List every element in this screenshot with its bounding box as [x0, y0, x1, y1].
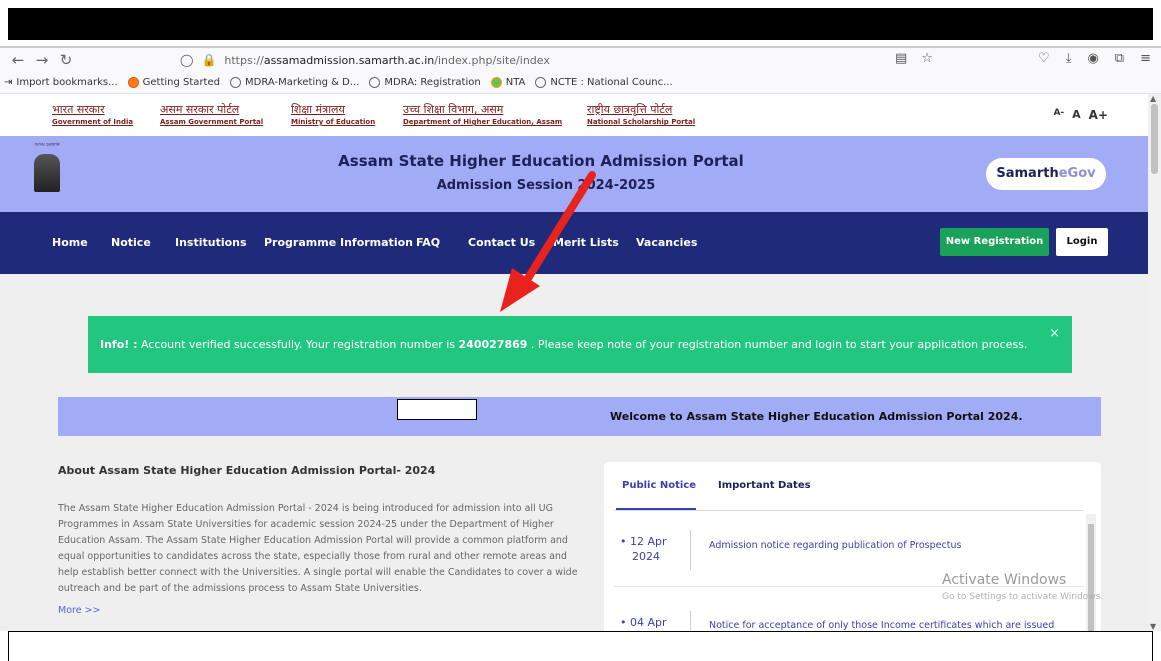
samarth-egov-logo[interactable]: SamartheGov [986, 158, 1106, 190]
scroll-up-icon[interactable]: ▲ [1150, 94, 1156, 103]
firefox-icon [127, 77, 139, 88]
font-size-controls: A- A A+ [1053, 108, 1108, 122]
nav-home[interactable]: Home [52, 236, 88, 249]
nav-notice[interactable]: Notice [111, 236, 151, 249]
menu-icon[interactable]: ≡ [1140, 51, 1151, 66]
site-header: অসম চৰকাৰ Assam State Higher Education A… [0, 136, 1148, 212]
info-alert: Info! : Account verified successfully. Y… [88, 316, 1072, 373]
back-icon[interactable]: ← [6, 51, 30, 69]
notice-link[interactable]: Admission notice regarding publication o… [709, 540, 961, 551]
emblem-caption: অসম চৰকাৰ [34, 142, 60, 148]
alert-label: Info! : [100, 338, 138, 351]
link-national-scholarship-portal[interactable]: राष्ट्रीय छात्रवृत्ति पोर्टल National Sc… [587, 102, 695, 126]
notice-scrollbar[interactable] [1086, 514, 1096, 631]
nta-icon [490, 77, 502, 88]
main-navigation: Home Notice Institutions Programme Infor… [0, 212, 1148, 274]
notice-divider [690, 611, 691, 631]
top-redaction-area [0, 0, 1161, 46]
globe-icon [369, 77, 381, 88]
alert-text-after: . Please keep note of your registration … [527, 338, 1028, 351]
login-button[interactable]: Login [1056, 228, 1108, 256]
account-icon[interactable]: ◉ [1087, 51, 1098, 66]
brand-sub: eGov [1058, 166, 1096, 181]
lock-icon: 🔒 [201, 53, 217, 67]
new-registration-button[interactable]: New Registration [940, 228, 1049, 256]
government-links-bar: भारत सरकार Government of India असम सरकार… [0, 94, 1148, 136]
font-decrease-button[interactable]: A- [1053, 108, 1064, 122]
bookmarks-bar: ⇥ Import bookmarks... Getting Started MDR… [0, 72, 1161, 94]
nav-merit-lists[interactable]: Merit Lists [553, 236, 619, 249]
welcome-text: Welcome to Assam State Higher Education … [610, 410, 1023, 423]
registration-number: 240027869 [458, 338, 528, 351]
url-prefix: https:// [224, 53, 264, 67]
notice-date: • 12 Apr 2024 [620, 535, 667, 563]
welcome-banner: Welcome to Assam State Higher Education … [58, 397, 1101, 436]
page-scrollbar[interactable]: ▲ ▼ [1148, 94, 1161, 631]
nav-programme-information[interactable]: Programme Information [264, 236, 413, 249]
close-icon[interactable]: × [1049, 326, 1060, 341]
nav-vacancies[interactable]: Vacancies [636, 236, 697, 249]
address-bar[interactable]: ◯ 🔒 https://assamadmission.samarth.ac.in… [180, 50, 940, 70]
extensions-icon[interactable]: ⧉ [1115, 51, 1124, 66]
scroll-down-icon[interactable]: ▼ [1150, 622, 1156, 631]
bookmark-import[interactable]: ⇥ Import bookmarks... [4, 77, 118, 88]
nav-contact-us[interactable]: Contact Us [468, 236, 535, 249]
font-normal-button[interactable]: A [1072, 108, 1081, 122]
url-host: assamadmission.samarth.ac.in [263, 53, 435, 67]
portal-title: Assam State Higher Education Admission P… [338, 152, 744, 170]
active-tab-indicator [616, 508, 696, 510]
brand-main: Samarth [996, 166, 1059, 181]
admission-session: Admission Session 2024-2025 [436, 178, 656, 193]
activate-windows-subtext: Go to Settings to activate Windows. [942, 592, 1104, 602]
link-ministry-of-education[interactable]: शिक्षा मंत्रालय Ministry of Education [291, 102, 375, 126]
bookmark-nta[interactable]: NTA [490, 77, 525, 88]
import-icon: ⇥ [4, 77, 13, 88]
link-department-higher-education[interactable]: उच्च शिक्षा विभाग, असम Department of Hig… [403, 102, 562, 126]
web-page: भारत सरकार Government of India असम सरकार… [0, 94, 1148, 631]
bookmark-ncte[interactable]: NCTE : National Counc... [535, 77, 673, 88]
globe-icon [229, 77, 241, 88]
notice-panel: Public Notice Important Dates • 12 Apr 2… [604, 462, 1101, 631]
tab-public-notice[interactable]: Public Notice [622, 480, 696, 491]
page-scroll-thumb[interactable] [1151, 104, 1158, 174]
bottom-redaction-box [8, 631, 1153, 661]
link-government-of-india[interactable]: भारत सरकार Government of India [52, 102, 133, 126]
download-icon[interactable]: ⤓ [1066, 51, 1072, 66]
tab-important-dates[interactable]: Important Dates [718, 480, 811, 491]
alert-text-before: Account verified successfully. Your regi… [137, 338, 459, 351]
globe-icon [535, 77, 547, 88]
url-path: /index.php/site/index [434, 53, 550, 67]
about-heading: About Assam State Higher Education Admis… [58, 464, 436, 477]
bookmark-mdra-registration[interactable]: MDRA: Registration [369, 77, 481, 88]
link-assam-government-portal[interactable]: असम सरकार पोर्टल Assam Government Portal [160, 102, 263, 126]
notice-link[interactable]: Notice for acceptance of only those Inco… [709, 620, 1054, 631]
about-text: The Assam State Higher Education Admissi… [58, 503, 578, 594]
bookmark-getting-started[interactable]: Getting Started [127, 77, 220, 88]
pocket-icon[interactable]: ♡ [1038, 51, 1050, 66]
notice-date: • 04 Apr 2024 [620, 616, 667, 629]
bookmark-star-icon[interactable]: ☆ [921, 51, 933, 66]
shield-icon: ◯ [180, 53, 194, 67]
reader-view-icon[interactable]: ▤ [895, 51, 907, 66]
activate-windows-watermark: Activate Windows [942, 572, 1067, 588]
redaction-box [397, 399, 477, 420]
reload-icon[interactable]: ↻ [54, 51, 78, 69]
notice-scroll-thumb[interactable] [1088, 524, 1094, 631]
redaction-bar [8, 8, 1153, 40]
about-more-link[interactable]: More >> [58, 605, 101, 616]
notice-divider [690, 530, 691, 570]
nav-institutions[interactable]: Institutions [175, 236, 247, 249]
bookmark-mdra-marketing[interactable]: MDRA-Marketing & D... [229, 77, 359, 88]
font-increase-button[interactable]: A+ [1089, 108, 1108, 122]
nav-faq[interactable]: FAQ [416, 236, 440, 249]
forward-icon[interactable]: → [30, 51, 54, 69]
browser-toolbar: ← → ↻ ◯ 🔒 https://assamadmission.samarth… [0, 46, 1161, 72]
tab-divider [614, 510, 1084, 511]
alert-message: Info! : Account verified successfully. Y… [100, 338, 1027, 351]
emblem-logo: অসম চৰকাৰ [24, 142, 70, 202]
